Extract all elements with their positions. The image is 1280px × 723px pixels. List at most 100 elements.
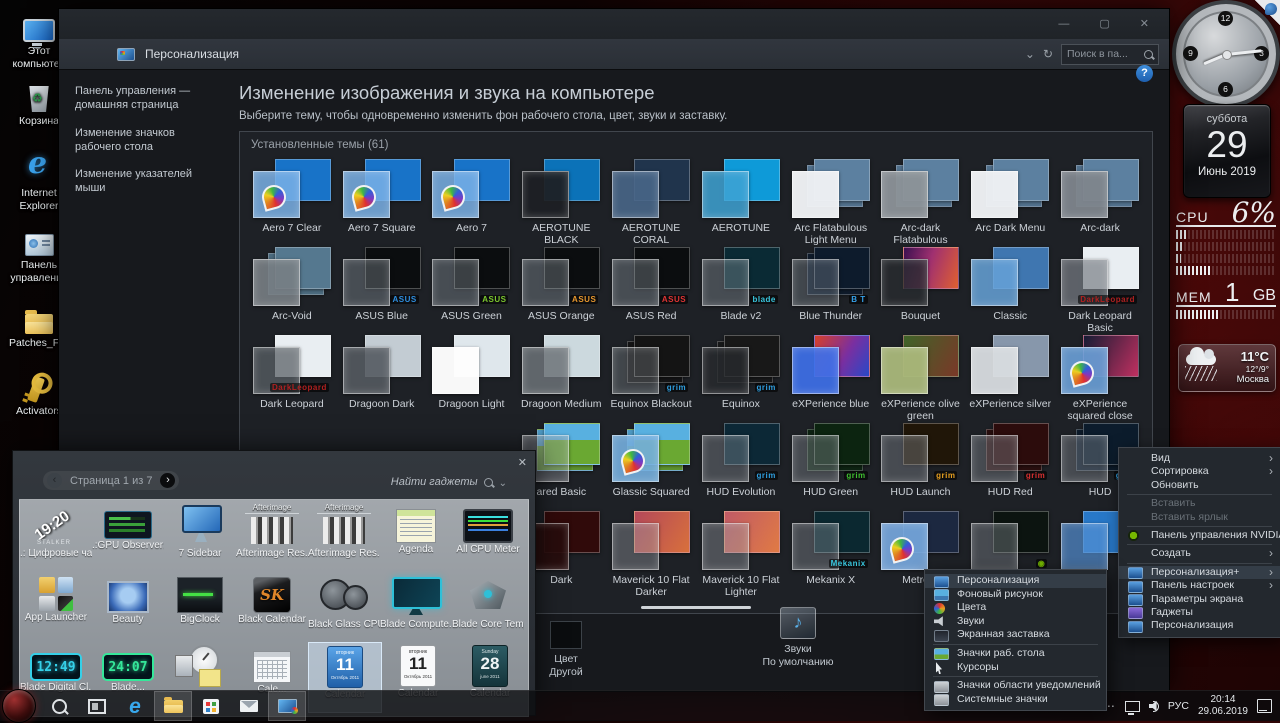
theme-tile[interactable]: Arc-dark Flatabulous [876,155,966,243]
theme-tile[interactable]: Dragoon Light [427,331,517,419]
theme-tile[interactable]: eXPerience blue [786,331,876,419]
theme-tile[interactable]: Arc Flatabulous Light Menu [786,155,876,243]
menu-item[interactable]: Курсоры [925,661,1106,675]
puzzle-corner-icon[interactable] [1250,0,1280,30]
theme-tile[interactable]: grimHUD Green [786,419,876,507]
theme-tile[interactable]: ASUSASUS Orange [516,243,606,331]
theme-sounds-control[interactable]: Звуки По умолчанию [761,607,835,669]
gadget-item[interactable]: Beauty [92,571,164,642]
theme-tile[interactable]: grimEquinox Blackout [606,331,696,419]
weather-gadget[interactable]: 11°C 12°/9° Москва [1178,344,1276,392]
gadget-item[interactable]: SKBlack Calendar [236,571,308,642]
theme-color-control[interactable]: Цвет Другой [529,621,603,679]
menu-item[interactable]: Персонализация+ [1119,566,1280,579]
taskbar-clock[interactable]: 20:14 29.06.2019 [1198,694,1248,718]
menu-item[interactable]: Экранная заставка [925,628,1106,642]
next-page-button[interactable] [160,473,175,488]
menu-item[interactable]: Панель настроек [1119,579,1280,592]
cpu-mem-gadget[interactable]: CPU 6% MEM 1 GB [1176,200,1276,319]
close-button[interactable]: ✕ [1140,19,1149,30]
menu-item[interactable]: Вид [1119,452,1280,465]
refresh-icon[interactable] [1043,45,1053,63]
theme-tile[interactable]: Aero 7 Clear [247,155,337,243]
theme-tile[interactable]: eXPerience silver [965,331,1055,419]
theme-tile[interactable]: MekanixMekanix X [786,507,876,595]
theme-tile[interactable]: AEROTUNE [696,155,786,243]
menu-item[interactable]: Цвета [925,601,1106,615]
chevron-down-icon[interactable] [1025,45,1035,63]
nav-desktop-icons[interactable]: Изменение значков рабочего стола [75,126,213,155]
gadget-item[interactable]: Blade Compute... [380,571,452,642]
theme-tile[interactable]: grimHUD Launch [876,419,966,507]
gadget-item[interactable]: All CPU Meter [452,500,524,571]
menu-item[interactable]: Фоновый рисунок [925,588,1106,602]
menu-item[interactable]: Системные значки [925,693,1106,707]
menu-item[interactable]: Значки раб. стола [925,647,1106,661]
gadget-search[interactable]: Найти гаджеты [391,473,507,491]
menu-item[interactable]: Панель управления NVIDIA [1119,529,1280,542]
theme-tile[interactable]: bladeBlade v2 [696,243,786,331]
theme-tile[interactable]: Aero 7 [427,155,517,243]
gadget-item[interactable]: 19:20STALKER.: Цифровые ча... [20,500,92,571]
gadget-item[interactable]: 7 Sidebar [164,500,236,571]
theme-tile[interactable]: DarkLeopardDark Leopard Basic [1055,243,1145,331]
volume-control[interactable] [1149,701,1159,712]
gadget-item[interactable]: .:GPU Observer:. [92,500,164,571]
theme-tile[interactable]: AEROTUNE CORAL [606,155,696,243]
menu-item[interactable]: Звуки [925,615,1106,629]
gadget-item[interactable]: Black Glass CPU... [308,571,380,642]
previous-page-button[interactable] [47,473,62,488]
menu-item[interactable]: Параметры экрана [1119,593,1280,606]
theme-tile[interactable]: Classic [965,243,1055,331]
horizontal-scrollbar[interactable] [641,606,751,609]
nav-control-panel-home[interactable]: Панель управления — домашняя страница [75,84,213,113]
menu-item[interactable]: Обновить [1119,479,1280,492]
start-button[interactable] [2,689,36,723]
menu-item[interactable]: Персонализация [925,574,1106,588]
taskbar-edge-button[interactable] [116,691,154,721]
theme-tile[interactable]: AEROTUNE BLACK [516,155,606,243]
theme-tile[interactable]: Dragoon Dark [337,331,427,419]
theme-tile[interactable]: Bouquet [876,243,966,331]
calendar-gadget[interactable]: суббота 29 Июнь 2019 [1183,104,1271,198]
theme-tile[interactable]: B TBlue Thunder [786,243,876,331]
gadget-item[interactable]: Blade Core Temp [452,571,524,642]
close-icon[interactable] [518,456,527,469]
gadget-item[interactable]: AfterimageAfterimage Res... [236,500,308,571]
theme-tile[interactable]: ASUSASUS Green [427,243,517,331]
language-indicator[interactable]: РУС [1168,700,1189,712]
theme-tile[interactable]: ASUSASUS Blue [337,243,427,331]
theme-tile[interactable]: Arc-dark [1055,155,1145,243]
theme-tile[interactable]: eXPerience squared close button [1055,331,1145,419]
theme-tile[interactable]: Arc-Void [247,243,337,331]
menu-item[interactable]: Значки области уведомлений [925,679,1106,693]
theme-tile[interactable]: grimHUD Evolution [696,419,786,507]
theme-tile[interactable]: grimEquinox [696,331,786,419]
taskbar-search-button[interactable] [40,691,78,721]
nav-mouse-pointers[interactable]: Изменение указателей мыши [75,167,213,196]
gadget-item[interactable]: AfterimageAfterimage Res... [308,500,380,571]
network-icon[interactable] [1125,701,1140,712]
gadget-item[interactable]: App Launcher [20,571,92,642]
theme-tile[interactable]: DarkLeopardDark Leopard [247,331,337,419]
gadget-item[interactable]: Agenda [380,500,452,571]
maximize-button[interactable]: ▢ [1099,19,1109,30]
theme-tile[interactable]: Glassic Squared [606,419,696,507]
menu-item[interactable]: Сортировка [1119,465,1280,478]
theme-tile[interactable]: ASUSASUS Red [606,243,696,331]
theme-tile[interactable]: Arc Dark Menu [965,155,1055,243]
theme-tile[interactable]: Maverick 10 Flat Lighter [696,507,786,595]
theme-tile[interactable]: eXPerience olive green [876,331,966,419]
action-center-icon[interactable] [1257,699,1272,713]
search-input[interactable]: Поиск в па... [1061,44,1159,65]
chevron-down-icon[interactable] [499,473,507,491]
taskbar-task-view-button[interactable] [78,691,116,721]
theme-tile[interactable]: Aero 7 Square [337,155,427,243]
menu-item[interactable]: Создать [1119,547,1280,560]
taskbar-explorer-button[interactable] [154,691,192,721]
taskbar-mail-button[interactable] [230,691,268,721]
taskbar-store-button[interactable] [192,691,230,721]
gadget-item[interactable]: BigClock [164,571,236,642]
theme-tile[interactable]: grimHUD Red [965,419,1055,507]
menu-item[interactable]: Гаджеты [1119,606,1280,619]
